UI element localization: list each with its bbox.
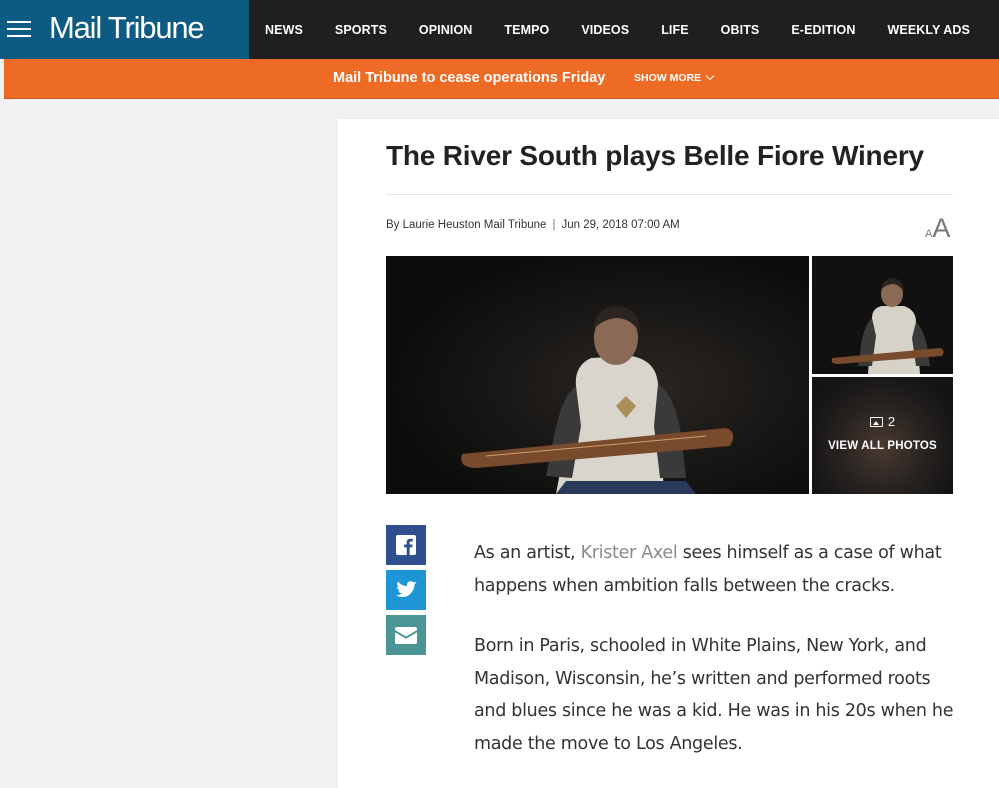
article-byline: By Laurie Heuston Mail Tribune | Jun 29, 2… [386,219,680,231]
nav-item-e-edition[interactable]: E-EDITION [791,23,855,37]
image-icon [869,416,883,427]
share-email-button[interactable] [386,615,426,655]
nav-item-sports[interactable]: SPORTS [335,23,387,37]
share-facebook-button[interactable] [386,525,426,565]
twitter-icon [395,581,417,598]
breaking-alert-bar: Mail Tribune to cease operations Friday … [4,59,999,99]
krister-axel-link[interactable]: Krister Axel [581,543,678,563]
nav-item-opinion[interactable]: OPINION [419,23,472,37]
photo-count: 2 [812,414,953,429]
show-more-label: SHOW MORE [634,72,702,84]
site-logo[interactable]: Mail Tribune [49,10,205,46]
article-paragraph: Born in Paris, schooled in White Plains,… [474,636,954,754]
paragraph-text-start: As an artist, [474,543,581,563]
thumbnail-photo[interactable] [812,256,953,374]
nav-item-tempo[interactable]: TEMPO [504,23,549,37]
nav-item-videos[interactable]: VIDEOS [581,23,629,37]
nav-item-weekly-ads[interactable]: WEEKLY ADS [887,23,970,37]
nav-item-obits[interactable]: OBITS [721,23,760,37]
chevron-down-icon [705,71,715,81]
photo-count-value: 2 [887,414,896,429]
facebook-icon [396,535,416,555]
main-photo[interactable] [386,256,809,494]
article-paragraph: As an artist, Krister Axel sees himself … [474,537,954,602]
byline-separator: | [552,219,556,231]
view-all-photos-tile[interactable]: 2 VIEW ALL PHOTOS [812,377,953,494]
show-more-button[interactable]: SHOW MORE [634,71,715,84]
title-divider [386,194,953,195]
article-title: The River South plays Belle Fiore Winery [386,140,924,171]
brand-area: Mail Tribune [0,0,249,59]
share-twitter-button[interactable] [386,570,426,610]
font-size-toggle[interactable]: AA [925,213,950,244]
view-all-photos-label: VIEW ALL PHOTOS [828,440,937,452]
main-nav: NEWS SPORTS OPINION TEMPO VIDEOS LIFE OB… [249,0,986,59]
font-size-large-icon: A [932,213,951,243]
nav-item-news[interactable]: NEWS [265,23,303,37]
alert-headline[interactable]: Mail Tribune to cease operations Friday [333,70,605,86]
top-navigation: Mail Tribune NEWS SPORTS OPINION TEMPO V… [0,0,999,59]
publish-date: Jun 29, 2018 07:00 AM [561,219,680,231]
nav-item-life[interactable]: LIFE [661,23,688,37]
envelope-icon [395,626,417,644]
blurred-photo-background [812,377,953,494]
hamburger-menu-icon[interactable] [7,19,32,39]
author-name[interactable]: By Laurie Heuston Mail Tribune [386,219,546,231]
